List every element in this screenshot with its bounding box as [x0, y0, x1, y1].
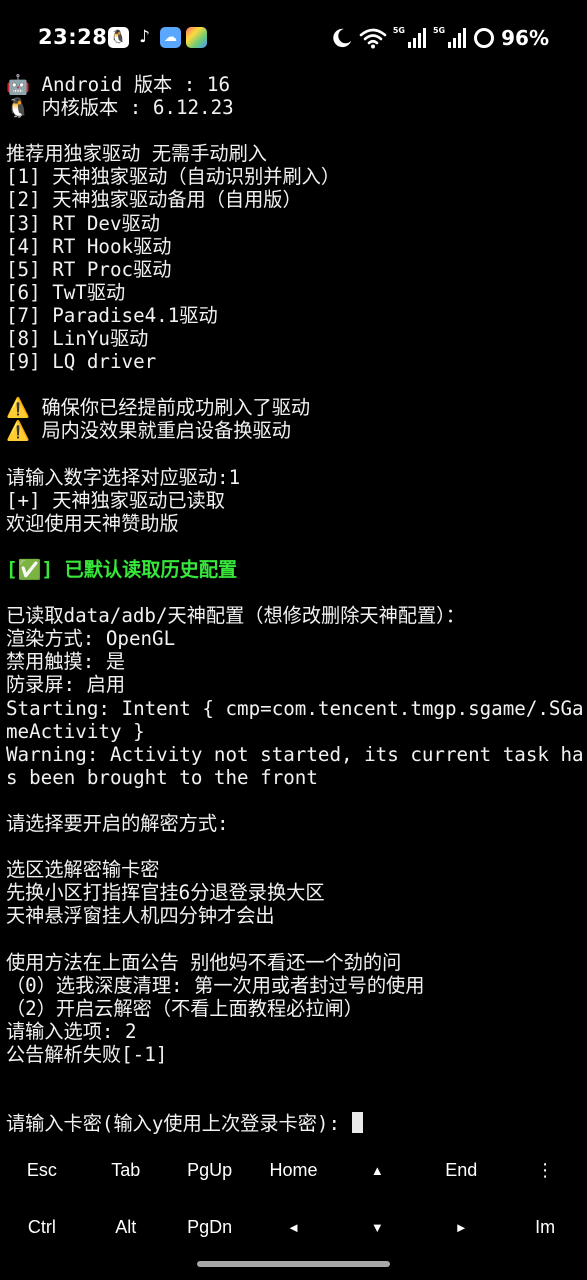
home-key[interactable]: Home [252, 1142, 336, 1199]
signal-2-label: 5G [432, 26, 446, 35]
terminal-line: [1] 天神独家驱动（自动识别并刷入） [6, 165, 341, 189]
terminal-line: [5] RT Proc驱动 [6, 257, 172, 281]
terminal-line: Starting: Intent { cmp=com.tencent.tmgp.… [6, 696, 584, 743]
status-time: 23:28 [38, 25, 108, 49]
terminal-line: 请选择要开启的解密方式: [6, 812, 229, 835]
esc-key[interactable]: Esc [0, 1142, 84, 1199]
more-options-key[interactable]: ⋮ [503, 1142, 587, 1199]
extra-keys-bar: Esc Tab PgUp Home ▲ End ⋮ Ctrl Alt PgDn … [0, 1142, 587, 1256]
ctrl-key[interactable]: Ctrl [0, 1199, 84, 1256]
cell-signal-1-icon [407, 28, 426, 48]
terminal-line: [8] LinYu驱动 [6, 327, 149, 351]
arrow-right-key[interactable]: ► [419, 1199, 503, 1256]
terminal-line: 公告解析失败[-1] [6, 1042, 168, 1066]
terminal-line-warning: ⚠️ 局内没效果就重启设备换驱动 [6, 419, 291, 443]
terminal-line: [+] 天神独家驱动已读取 [6, 488, 225, 512]
terminal-line: [6] TwT驱动 [6, 280, 126, 304]
terminal-line: [9] LQ driver [6, 350, 157, 374]
arrow-up-key[interactable]: ▲ [335, 1142, 419, 1199]
status-bar: 23:28 🐧 ♪ ☁ 5G 5G 96% [0, 0, 587, 78]
photos-icon [186, 27, 207, 48]
terminal-line: [7] Paradise4.1驱动 [6, 303, 218, 327]
terminal-line: （2）开启云解密（不看上面教程必拉闸） [6, 996, 363, 1020]
terminal-line: [4] RT Hook驱动 [6, 234, 172, 258]
cell-signal-2-icon [448, 28, 467, 48]
terminal-line: 渲染方式: OpenGL [6, 627, 176, 651]
wifi-icon [359, 28, 387, 49]
signal-1-label: 5G [392, 26, 405, 35]
terminal-line: [2] 天神独家驱动备用（自用版） [6, 188, 302, 212]
tab-key[interactable]: Tab [84, 1142, 168, 1199]
terminal-output[interactable]: 🤖 Android 版本 : 16 🐧 内核版本 : 6.12.23 推荐用独家… [6, 73, 584, 1135]
alt-key[interactable]: Alt [84, 1199, 168, 1256]
arrow-left-key[interactable]: ◄ [252, 1199, 336, 1256]
terminal-line: 欢迎使用天神赞助版 [6, 511, 179, 535]
terminal-line: 先换小区打指挥官挂6分退登录换大区 [6, 881, 325, 905]
terminal-prompt: 请输入卡密(输入y使用上次登录卡密): [6, 1112, 352, 1136]
terminal-line-warning: ⚠️ 确保你已经提前成功刷入了驱动 [6, 396, 311, 420]
battery-ring-icon [474, 28, 495, 48]
terminal-line: 天神悬浮窗挂人机四分钟才会出 [6, 904, 275, 928]
terminal-line: 推荐用独家驱动 无需手动刷入 [6, 142, 267, 166]
pgdn-key[interactable]: PgDn [168, 1199, 252, 1256]
ime-key[interactable]: Im [503, 1199, 587, 1256]
terminal-line: [3] RT Dev驱动 [6, 211, 160, 235]
pgup-key[interactable]: PgUp [168, 1142, 252, 1199]
extra-keys-row-1: Esc Tab PgUp Home ▲ End ⋮ [0, 1142, 587, 1199]
terminal-cursor [351, 1112, 363, 1134]
terminal-line: 使用方法在上面公告 别他妈不看还一个劲的问 [6, 950, 402, 974]
terminal-line: Warning: Activity not started, its curre… [6, 742, 584, 789]
terminal-line: 🐧 内核版本 : 6.12.23 [6, 96, 234, 120]
terminal-line: 已读取data/adb/天神配置（想修改删除天神配置）： [6, 604, 465, 628]
weather-icon: ☁ [160, 27, 181, 48]
arrow-down-key[interactable]: ▼ [335, 1199, 419, 1256]
battery-level: 96% [501, 26, 549, 50]
gesture-navigation-bar[interactable] [197, 1261, 390, 1267]
notification-icons: 🐧 ♪ ☁ [108, 27, 207, 48]
extra-keys-row-2: Ctrl Alt PgDn ◄ ▼ ► Im [0, 1199, 587, 1256]
terminal-prompt-line[interactable]: 请输入卡密(输入y使用上次登录卡密): [6, 1112, 584, 1135]
system-icons: 5G 5G 96% [331, 25, 549, 51]
terminal-line: 🤖 Android 版本 : 16 [6, 73, 230, 96]
terminal-line: 选区选解密输卡密 [6, 858, 160, 882]
qq-icon: 🐧 [108, 27, 129, 48]
tiktok-icon: ♪ [134, 27, 155, 48]
end-key[interactable]: End [419, 1142, 503, 1199]
terminal-line: （0）选我深度清理: 第一次用或者封过号的使用 [6, 973, 425, 997]
dnd-moon-icon [333, 28, 352, 48]
terminal-line: 请输入选项: 2 [6, 1019, 137, 1043]
terminal-line-success: [✅] 已默认读取历史配置 [6, 557, 238, 581]
terminal-line: 请输入数字选择对应驱动:1 [6, 465, 241, 489]
terminal-line: 防录屏: 启用 [6, 673, 126, 697]
terminal-line: 禁用触摸: 是 [6, 650, 126, 674]
